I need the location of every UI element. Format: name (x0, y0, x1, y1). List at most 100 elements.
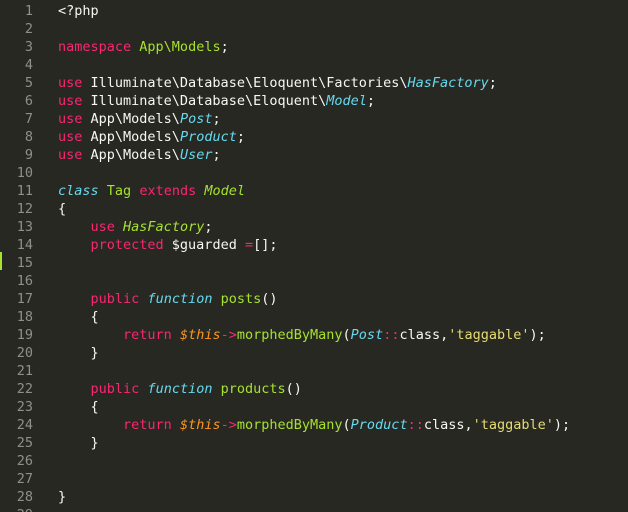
code-line[interactable]: 21 (0, 362, 628, 380)
code-text[interactable]: { (58, 200, 66, 218)
code-token: posts (220, 291, 262, 307)
code-line[interactable]: 1 <?php (0, 2, 628, 20)
code-line[interactable]: 13 use HasFactory; (0, 218, 628, 236)
line-number: 27 (16, 471, 33, 487)
code-line[interactable]: 6 use Illuminate\Database\Eloquent\Model; (0, 92, 628, 110)
line-number: 21 (16, 363, 33, 379)
code-editor[interactable]: 1 <?php 2 3 namespace App\Models; 4 5 use Illum… (0, 0, 628, 512)
code-line[interactable]: 19 return $this->morphedByMany(Post::cla… (0, 326, 628, 344)
code-line[interactable]: 17 public function posts() (0, 290, 628, 308)
line-number: 10 (16, 165, 33, 181)
code-line[interactable]: 10 (0, 164, 628, 182)
code-text[interactable]: return $this->morphedByMany(Post::class,… (58, 326, 546, 344)
code-line[interactable]: 23 { (0, 398, 628, 416)
code-line[interactable]: 4 (0, 56, 628, 74)
code-token: App\Models\ (82, 129, 180, 145)
code-token: Product (179, 129, 237, 145)
code-text[interactable]: } (58, 344, 99, 362)
code-token: Tag (106, 183, 132, 199)
code-token: () (261, 291, 278, 307)
code-token: -> (220, 417, 237, 433)
code-line[interactable]: 3 namespace App\Models; (0, 38, 628, 56)
code-text[interactable]: <?php (58, 2, 99, 20)
code-text[interactable]: } (58, 488, 66, 506)
line-number: 22 (16, 381, 33, 397)
line-number: 1 (24, 3, 33, 19)
code-text[interactable]: } (58, 434, 99, 452)
line-number: 5 (24, 75, 33, 91)
code-text[interactable]: use Illuminate\Database\Eloquent\Model; (58, 92, 375, 110)
code-text[interactable]: use HasFactory; (58, 218, 213, 236)
code-token: User (179, 147, 213, 163)
code-line[interactable]: 24 return $this->morphedByMany(Product::… (0, 416, 628, 434)
code-text[interactable]: namespace App\Models; (58, 38, 229, 56)
code-line[interactable]: 28} (0, 488, 628, 506)
code-token: morphedByMany (236, 417, 343, 433)
code-line[interactable]: 27 (0, 470, 628, 488)
line-number: 23 (16, 399, 33, 415)
code-text[interactable]: { (58, 308, 99, 326)
line-number: 28 (16, 489, 33, 505)
code-token: HasFactory (407, 75, 489, 91)
code-text[interactable]: protected $guarded =[]; (58, 236, 278, 254)
code-token: protected (90, 237, 164, 253)
code-token: ; (236, 129, 245, 145)
code-token: public (90, 381, 140, 397)
code-token: 'taggable' (472, 417, 554, 433)
code-token: ; (366, 93, 376, 109)
code-text[interactable]: return $this->morphedByMany(Product::cla… (58, 416, 570, 434)
code-line[interactable]: 7 use App\Models\Post; (0, 110, 628, 128)
line-number: 20 (16, 345, 33, 361)
code-line[interactable]: 9 use App\Models\User; (0, 146, 628, 164)
code-line[interactable]: 2 (0, 20, 628, 38)
code-token: namespace (58, 39, 132, 55)
code-text[interactable]: use App\Models\Post; (58, 110, 221, 128)
code-token: function (147, 381, 213, 397)
code-token: { (58, 309, 99, 325)
code-token: use (58, 147, 83, 163)
code-token: use (58, 129, 83, 145)
line-number: 9 (24, 147, 33, 163)
code-line[interactable]: 29 (0, 506, 628, 512)
code-token: public (90, 291, 140, 307)
code-token: morphedByMany (236, 327, 343, 343)
code-line[interactable]: 18 { (0, 308, 628, 326)
code-line[interactable]: 16 (0, 272, 628, 290)
code-line[interactable]: 12 { (0, 200, 628, 218)
code-token: $this (179, 327, 221, 343)
code-text[interactable]: use App\Models\User; (58, 146, 221, 164)
line-number: 19 (16, 327, 33, 343)
code-line[interactable]: 25 } (0, 434, 628, 452)
code-line[interactable]: 15 (0, 254, 628, 272)
code-token: use (58, 111, 83, 127)
code-line[interactable]: 20 } (0, 344, 628, 362)
code-text[interactable]: public function posts() (58, 290, 278, 308)
code-text[interactable]: class Tag extends Model (58, 182, 245, 200)
code-text[interactable]: use Illuminate\Database\Eloquent\Factori… (58, 74, 497, 92)
code-token: Illuminate\Database\Eloquent\Factories\ (82, 75, 408, 91)
code-token: } (58, 345, 99, 361)
code-line[interactable]: 5 use Illuminate\Database\Eloquent\Factor… (0, 74, 628, 92)
code-line[interactable]: 22 public function products() (0, 380, 628, 398)
code-token: Model (204, 183, 245, 199)
line-number: 6 (24, 93, 33, 109)
code-token: { (58, 201, 67, 217)
code-text[interactable]: use App\Models\Product; (58, 128, 245, 146)
code-token: class (58, 183, 99, 199)
code-text[interactable]: { (58, 398, 99, 416)
code-line[interactable]: 26 (0, 452, 628, 470)
line-number: 16 (16, 273, 33, 289)
code-line[interactable]: 8 use App\Models\Product; (0, 128, 628, 146)
code-line[interactable]: 14 protected $guarded =[]; (0, 236, 628, 254)
code-text[interactable]: public function products() (58, 380, 302, 398)
code-token: -> (220, 327, 237, 343)
code-line[interactable]: 11 class Tag extends Model (0, 182, 628, 200)
code-token: HasFactory (123, 219, 205, 235)
code-token: ; (204, 219, 213, 235)
line-number: 8 (24, 129, 33, 145)
